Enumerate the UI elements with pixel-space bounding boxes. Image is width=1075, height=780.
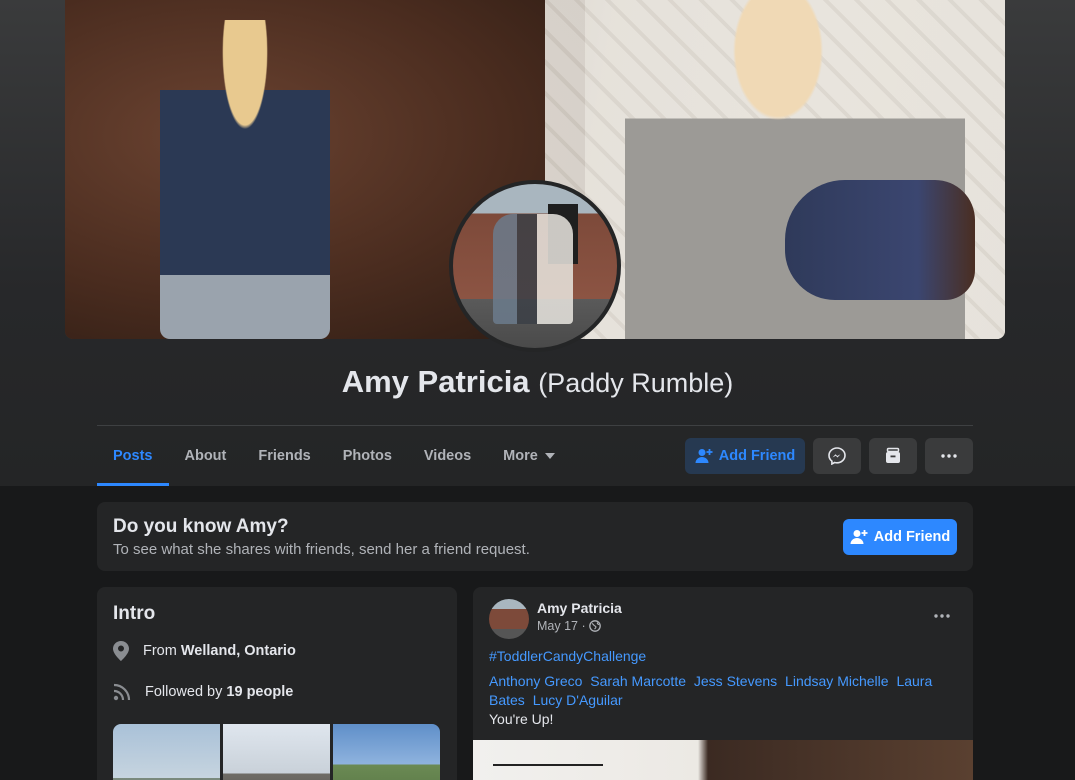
- add-friend-primary-button[interactable]: Add Friend: [843, 519, 957, 555]
- message-button[interactable]: [813, 438, 861, 474]
- add-friend-icon: [695, 448, 713, 464]
- post-meta: May 17 ·: [537, 619, 601, 633]
- tagged-person[interactable]: Jess Stevens: [694, 673, 777, 689]
- tagged-person[interactable]: Lucy D'Aguilar: [533, 692, 623, 708]
- post-hashtag[interactable]: #ToddlerCandyChallenge: [489, 648, 646, 664]
- post-media[interactable]: [473, 740, 973, 780]
- post-options-button[interactable]: [927, 601, 957, 631]
- add-friend-label: Add Friend: [718, 448, 796, 464]
- tab-about-label: About: [184, 448, 227, 464]
- post-date[interactable]: May 17 ·: [537, 619, 586, 633]
- tab-more[interactable]: More: [487, 426, 571, 486]
- post-media-sign: [493, 742, 603, 766]
- friend-suggestion-title: Do you know Amy?: [113, 516, 289, 537]
- intro-followed-prefix: Followed by: [145, 684, 223, 700]
- tab-posts[interactable]: Posts: [97, 426, 169, 486]
- tab-photos-label: Photos: [342, 448, 392, 464]
- intro-hometown-text: From Welland, Ontario: [143, 643, 296, 659]
- friend-suggestion-subtitle: To see what she shares with friends, sen…: [113, 541, 530, 558]
- add-friend-primary-label: Add Friend: [873, 529, 951, 545]
- profile-actions: Add Friend: [685, 438, 973, 474]
- ellipsis-icon: [934, 614, 950, 618]
- tab-friends[interactable]: Friends: [242, 426, 326, 486]
- messenger-icon: [828, 447, 846, 465]
- save-profile-button[interactable]: [869, 438, 917, 474]
- post-author-avatar[interactable]: [489, 599, 529, 639]
- cover-child: [160, 20, 330, 339]
- intro-hometown-link[interactable]: Welland, Ontario: [181, 643, 296, 659]
- post-card: Amy Patricia May 17 · #ToddlerCandyChall…: [473, 587, 973, 780]
- intro-followed-count[interactable]: 19 people: [226, 684, 293, 700]
- profile-name: Amy Patricia (Paddy Rumble): [0, 360, 1075, 405]
- tab-friends-label: Friends: [258, 448, 311, 464]
- tab-photos[interactable]: Photos: [327, 426, 408, 486]
- location-pin-icon: [113, 641, 129, 661]
- intro-photo-grid: [113, 724, 440, 780]
- save-icon: [884, 447, 902, 465]
- tagged-person[interactable]: Anthony Greco: [489, 673, 582, 689]
- cover-baby: [785, 180, 975, 300]
- intro-photo[interactable]: [333, 724, 440, 780]
- tab-videos[interactable]: Videos: [408, 426, 487, 486]
- tagged-person[interactable]: Sarah Marcotte: [590, 673, 686, 689]
- intro-followers: Followed by 19 people: [113, 683, 293, 701]
- ellipsis-icon: [941, 454, 957, 458]
- tagged-person[interactable]: Lindsay Michelle: [785, 673, 889, 689]
- add-friend-icon: [850, 529, 868, 545]
- tab-posts-label: Posts: [113, 448, 153, 464]
- globe-icon: [588, 620, 601, 632]
- tab-about[interactable]: About: [169, 426, 243, 486]
- post-body: You're Up!: [489, 711, 554, 727]
- avatar-family: [493, 214, 573, 324]
- intro-hometown: From Welland, Ontario: [113, 641, 296, 661]
- intro-photo[interactable]: [113, 724, 220, 780]
- profile-name-alternate: (Paddy Rumble): [538, 368, 734, 398]
- caret-down-icon: [544, 453, 555, 459]
- rss-followers-icon: [113, 683, 131, 701]
- profile-picture[interactable]: [449, 180, 621, 352]
- post-tagged-people: Anthony Greco Sarah Marcotte Jess Steven…: [489, 672, 957, 710]
- tab-videos-label: Videos: [423, 448, 472, 464]
- friend-suggestion-card: Do you know Amy? To see what she shares …: [97, 502, 973, 571]
- intro-title: Intro: [113, 603, 156, 624]
- intro-followers-text: Followed by 19 people: [145, 684, 293, 700]
- tab-more-label: More: [503, 448, 538, 464]
- post-author-name[interactable]: Amy Patricia: [537, 600, 622, 616]
- intro-from-prefix: From: [143, 643, 177, 659]
- intro-photo[interactable]: [223, 724, 330, 780]
- profile-name-primary: Amy Patricia: [341, 364, 530, 399]
- more-options-button[interactable]: [925, 438, 973, 474]
- intro-card: Intro From Welland, Ontario Followed by …: [97, 587, 457, 780]
- add-friend-button[interactable]: Add Friend: [685, 438, 805, 474]
- profile-tabs: Posts About Friends Photos Videos More: [97, 426, 571, 486]
